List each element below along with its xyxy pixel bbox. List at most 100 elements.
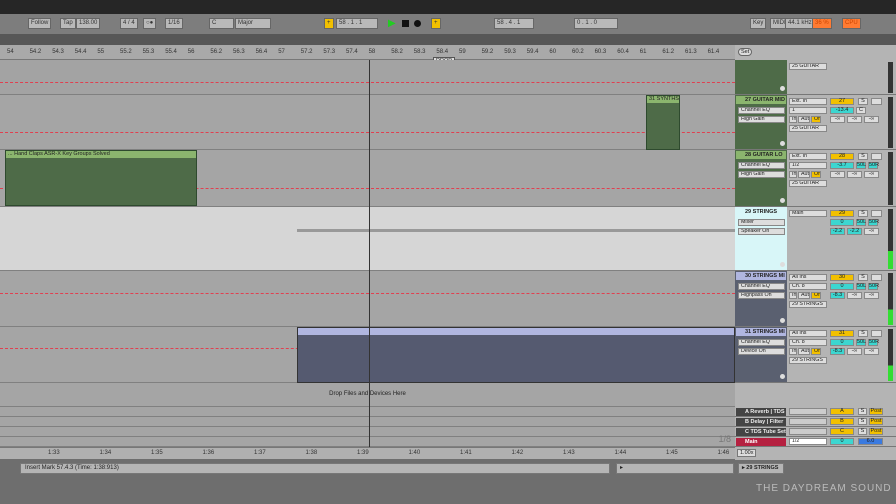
loop-length-field[interactable]: 0 . 1 . 0 — [574, 18, 618, 29]
return-output[interactable] — [789, 428, 827, 435]
track-header[interactable]: 28 GUITAR LO Channel EQ High Gain — [735, 150, 787, 206]
return-output[interactable] — [789, 408, 827, 415]
monitor-auto-button[interactable]: Auto — [798, 116, 810, 123]
send-field[interactable]: -∞ — [864, 171, 879, 178]
track-name[interactable]: 31 STRINGS MI — [736, 328, 786, 336]
expand-icon[interactable] — [780, 318, 785, 323]
pan-right-field[interactable]: 50R — [868, 339, 879, 346]
monitor-in-button[interactable]: In — [789, 171, 797, 178]
song-position-field[interactable]: 58 . 1 . 1 — [336, 18, 378, 29]
track-activator[interactable]: 27 — [830, 98, 854, 105]
send-field[interactable]: -∞ — [864, 348, 879, 355]
input-channel-select[interactable]: Ch. 8 — [789, 339, 827, 346]
send-field[interactable]: -∞ — [847, 348, 862, 355]
track-name[interactable]: 30 STRINGS MI — [736, 272, 786, 280]
pan-right-field[interactable]: 50R — [868, 219, 879, 226]
cue-volume[interactable]: 6.0 — [858, 438, 883, 445]
set-button[interactable]: Set — [738, 48, 753, 56]
monitor-in-button[interactable]: In — [789, 348, 797, 355]
post-button[interactable]: Post — [869, 428, 883, 435]
return-name[interactable]: B Delay | Filter — [736, 418, 786, 426]
solo-button[interactable]: S — [858, 210, 868, 217]
pan-right-field[interactable]: 50R — [868, 283, 879, 290]
tap-button[interactable]: Tap — [60, 18, 76, 29]
scale-select[interactable]: Major — [235, 18, 271, 29]
main-output[interactable]: 1/2 — [789, 438, 827, 445]
track-activator[interactable]: 31 — [830, 330, 854, 337]
track-name[interactable]: 27 GUITAR MID — [736, 96, 786, 104]
volume-field[interactable]: -3.7 — [830, 162, 854, 169]
return-activator[interactable]: B — [830, 418, 854, 425]
monitor-auto-button[interactable]: Auto — [798, 348, 810, 355]
track-name[interactable]: 29 STRINGS — [736, 208, 786, 216]
device-chooser[interactable]: Channel EQ — [738, 339, 785, 346]
send-field[interactable]: -8.3 — [830, 348, 845, 355]
solo-button[interactable]: S — [858, 330, 868, 337]
track-header[interactable]: 31 STRINGS MI Channel EQ Device On — [735, 327, 787, 382]
input-channel-select[interactable]: 1 — [789, 107, 827, 114]
monitor-off-button[interactable]: Off — [811, 292, 821, 299]
send-field[interactable]: -8.3 — [830, 292, 845, 299]
post-button[interactable]: Post — [869, 408, 883, 415]
pan-field[interactable]: 50L — [856, 162, 866, 169]
send-field[interactable]: -∞ — [847, 171, 862, 178]
key-map-button[interactable]: Key — [750, 18, 767, 29]
arrangement-view[interactable]: 31 SYNTHS 3 ... Hand Claps ASR-X Key Gro… — [0, 60, 735, 447]
monitor-auto-button[interactable]: Auto — [798, 171, 810, 178]
return-activator[interactable]: A — [830, 408, 854, 415]
output-select[interactable]: 25 GUITAR — [789, 63, 827, 70]
track-activator[interactable]: 30 — [830, 274, 854, 281]
key-select[interactable]: C — [209, 18, 234, 29]
follow-button[interactable]: Follow — [28, 18, 52, 29]
monitor-in-button[interactable]: In — [789, 292, 797, 299]
play-icon[interactable]: ▶ — [388, 18, 396, 29]
expand-icon[interactable] — [780, 262, 785, 267]
output-select[interactable]: 25 GUITAR — [789, 125, 827, 132]
selected-track-label[interactable]: ▸ 29 STRINGS — [738, 463, 784, 474]
arm-button[interactable] — [871, 153, 882, 160]
pan-right-field[interactable]: 50R — [868, 162, 879, 169]
device-param-chooser[interactable]: Speaker On — [738, 228, 785, 235]
pan-field[interactable]: 50L — [856, 339, 866, 346]
solo-button[interactable]: S — [858, 408, 867, 415]
track-name[interactable]: 28 GUITAR LO — [736, 151, 786, 159]
clip-strings-midi[interactable] — [297, 327, 735, 383]
monitor-off-button[interactable]: Off — [811, 116, 821, 123]
volume-field[interactable]: 0 — [830, 339, 854, 346]
overview-strip[interactable] — [0, 34, 896, 45]
tempo-field[interactable]: 138.00 — [76, 18, 101, 29]
track-header[interactable]: 27 GUITAR MID Channel EQ High Gain — [735, 95, 787, 149]
clip-hand-claps[interactable]: ... Hand Claps ASR-X Key Groups Solved — [5, 150, 197, 206]
zoom-level[interactable]: 1.00x — [737, 449, 757, 457]
stop-icon[interactable] — [402, 20, 409, 27]
pan-field[interactable]: 50L — [856, 219, 866, 226]
send-field[interactable]: -∞ — [864, 292, 879, 299]
solo-button[interactable]: S — [858, 274, 868, 281]
track-header[interactable]: 30 STRINGS MI Channel EQ Highpass On — [735, 271, 787, 326]
device-param-chooser[interactable]: High Gain — [738, 171, 785, 178]
volume-field[interactable]: 0 — [830, 219, 854, 226]
track-header[interactable]: 29 STRINGS Mixer Speaker On — [735, 207, 787, 270]
time-signature[interactable]: 4 / 4 — [120, 18, 138, 29]
arm-button[interactable] — [871, 210, 882, 217]
metronome-button[interactable]: ○● — [143, 18, 157, 29]
device-chooser[interactable]: Channel EQ — [738, 283, 785, 290]
loop-start-field[interactable]: 58 . 4 . 1 — [494, 18, 534, 29]
arm-button[interactable] — [871, 330, 882, 337]
device-chooser[interactable]: Mixer — [738, 219, 785, 226]
output-select[interactable]: 25 GUITAR — [789, 180, 827, 187]
solo-button[interactable]: S — [858, 428, 867, 435]
main-volume[interactable]: 0 — [830, 438, 854, 445]
quantize-select[interactable]: 1/16 — [165, 18, 183, 29]
monitor-off-button[interactable]: Off — [811, 348, 821, 355]
arm-button[interactable] — [871, 98, 882, 105]
record-icon[interactable] — [414, 20, 421, 27]
device-param-chooser[interactable]: High Gain — [738, 116, 785, 123]
output-select[interactable]: 29 STRINGS — [789, 357, 827, 364]
expand-icon[interactable] — [780, 374, 785, 379]
time-ruler[interactable]: 1:33 1:34 1:35 1:36 1:37 1:38 1:39 1:40 1:41 1:42… — [0, 447, 735, 459]
arrangement-position-icon[interactable]: + — [324, 18, 334, 29]
input-type-select[interactable]: All Ins — [789, 274, 827, 281]
expand-icon[interactable] — [780, 141, 785, 146]
return-name[interactable]: A Reverb | TDS — [736, 408, 786, 416]
